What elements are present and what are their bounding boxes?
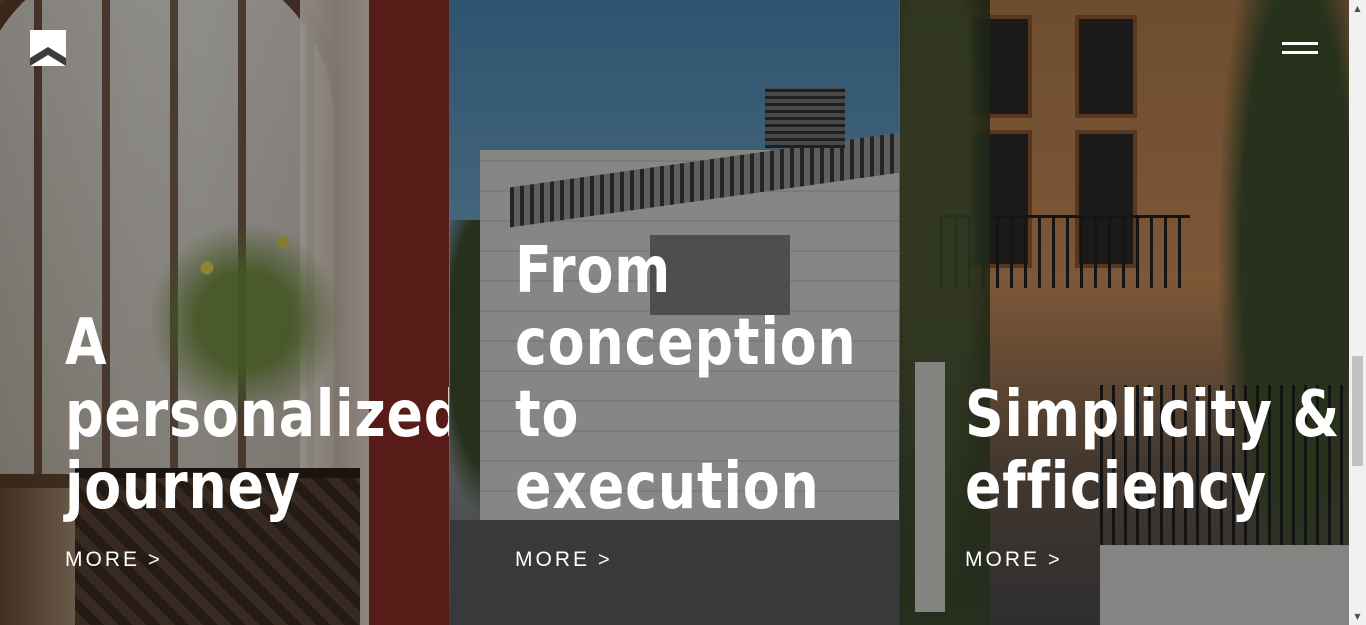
more-link[interactable]: MORE > (965, 548, 1060, 572)
panel-text: A personalized journey MORE > (65, 0, 449, 625)
logo-icon[interactable] (30, 30, 66, 66)
more-label: MORE (515, 548, 590, 571)
vertical-scrollbar[interactable]: ▲ ▼ (1349, 0, 1366, 625)
menu-line (1282, 51, 1318, 54)
panel-headline: Simplicity & efficiency (965, 378, 1341, 524)
more-label: MORE (65, 548, 140, 571)
chevron-right-icon: > (1048, 548, 1060, 571)
panel-text: From conception to execution MORE > (515, 0, 879, 625)
chevron-right-icon: > (148, 548, 160, 571)
more-label: MORE (965, 548, 1040, 571)
panel-personalized-journey[interactable]: A personalized journey MORE > (0, 0, 449, 625)
panel-headline: From conception to execution (515, 234, 857, 524)
chevron-right-icon: > (598, 548, 610, 571)
panel-simplicity-efficiency[interactable]: Simplicity & efficiency MORE > (899, 0, 1349, 625)
scrollbar-thumb[interactable] (1352, 356, 1363, 466)
more-link[interactable]: MORE > (515, 548, 610, 572)
more-link[interactable]: MORE > (65, 548, 160, 572)
hamburger-menu-icon[interactable] (1282, 42, 1318, 60)
panel-conception-execution[interactable]: From conception to execution MORE > (449, 0, 899, 625)
menu-line (1282, 42, 1318, 45)
panel-text: Simplicity & efficiency MORE > (965, 0, 1339, 625)
hero-panels: A personalized journey MORE > From conce… (0, 0, 1349, 625)
panel-headline: A personalized journey (65, 306, 449, 524)
scroll-up-icon[interactable]: ▲ (1349, 0, 1366, 17)
scroll-down-icon[interactable]: ▼ (1349, 608, 1366, 625)
